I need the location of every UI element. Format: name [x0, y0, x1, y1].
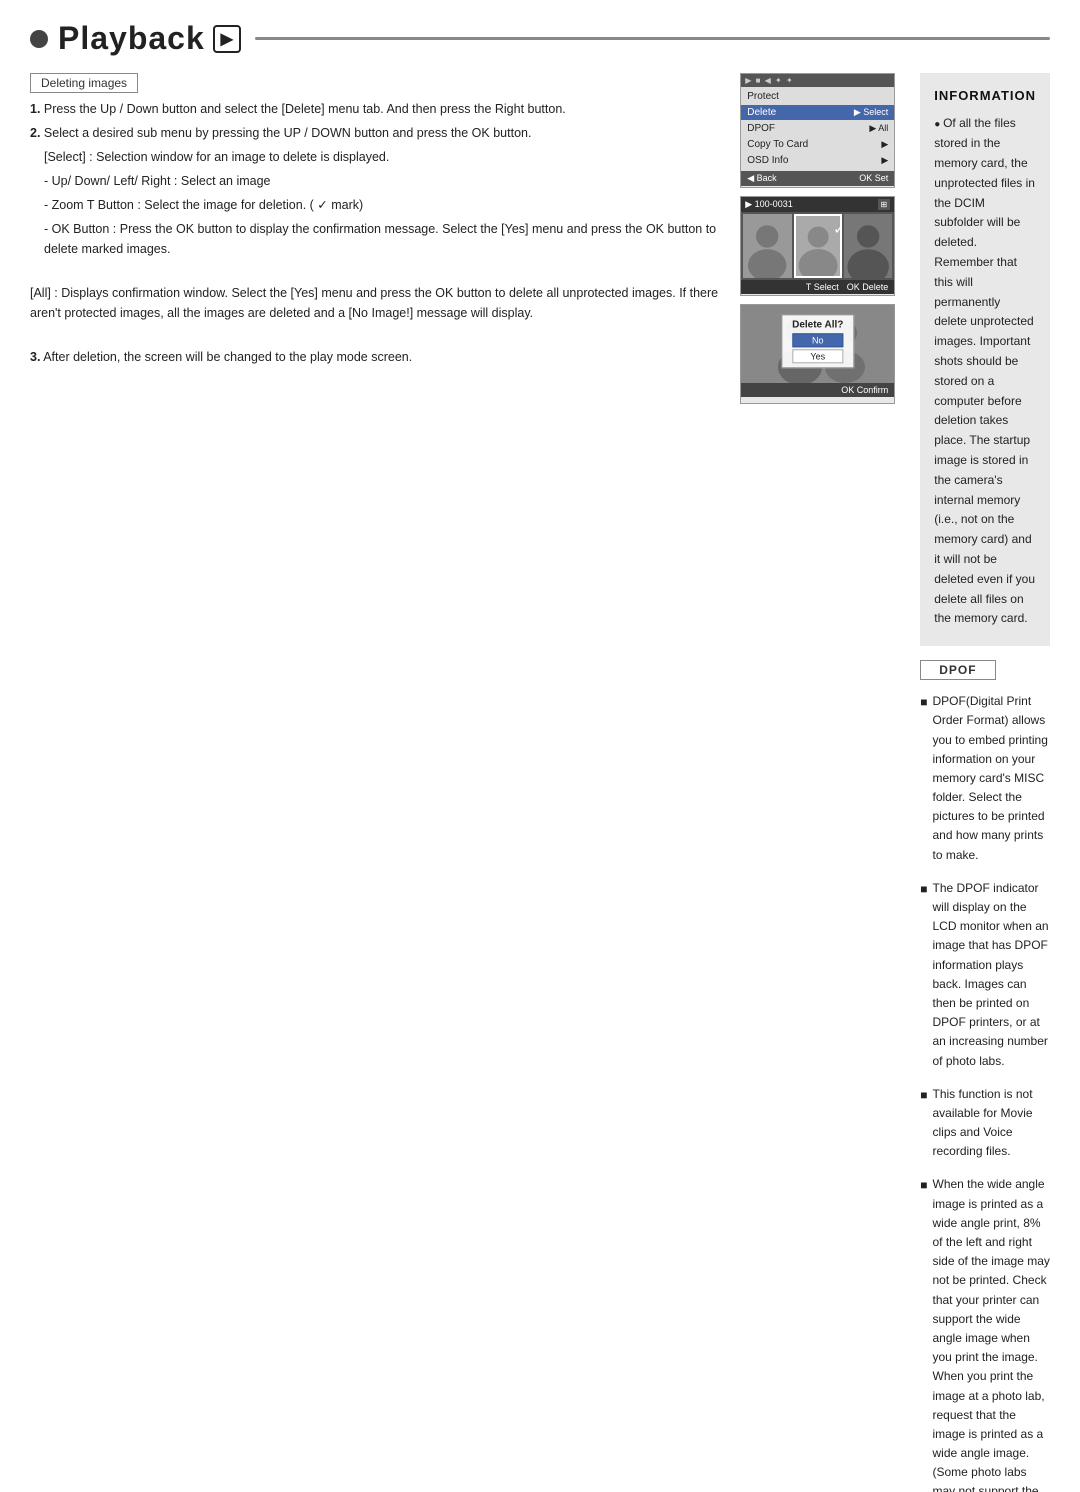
- step-1: 1. Press the Up / Down button and select…: [30, 99, 723, 119]
- main-body: Deleting images 1. Press the Up / Down b…: [30, 73, 1050, 1492]
- steps-block: Deleting images 1. Press the Up / Down b…: [30, 73, 723, 1492]
- step-2-sub3: - Zoom T Button : Select the image for d…: [30, 195, 723, 215]
- menu-row-delete: Delete▶ Select: [741, 105, 894, 121]
- svg-text:✓: ✓: [833, 221, 840, 238]
- camera-screenshots: ▶ ■ ◀ ✦ ✦ Protect Delete▶ Select DPOF▶ A…: [735, 73, 900, 1492]
- menu-row-protect: Protect: [741, 89, 894, 105]
- screen2-header: ▶ 100-0031 ⊞: [741, 197, 894, 212]
- delete-dialog-title: Delete All?: [792, 319, 843, 330]
- playback-icon: ▶: [213, 25, 241, 53]
- step-2: 2. Select a desired sub menu by pressing…: [30, 123, 723, 143]
- header-line: [255, 37, 1050, 40]
- dpof-label: DPOF: [920, 660, 995, 680]
- menu-row-osd: OSD Info▶: [741, 153, 894, 169]
- dpof-item-4: ■ When the wide angle image is printed a…: [920, 1175, 1050, 1492]
- dpof-item-3: ■ This function is not available for Mov…: [920, 1085, 1050, 1162]
- screen1-header: ▶ ■ ◀ ✦ ✦: [741, 74, 894, 87]
- screen2-footer: T Select OK Delete: [741, 280, 894, 294]
- step-3: 3. After deletion, the screen will be ch…: [30, 327, 723, 367]
- step-all: [All] : Displays confirmation window. Se…: [30, 263, 723, 323]
- right-col: INFORMATION Of all the files stored in t…: [920, 73, 1050, 1492]
- header-bullet: [30, 30, 48, 48]
- menu-row-dpof: DPOF▶ All: [741, 121, 894, 137]
- thumb-1: [743, 214, 791, 278]
- page: Playback ▶ Deleting images 1. Press the …: [0, 0, 1080, 746]
- camera-screen-2: ▶ 100-0031 ⊞: [740, 196, 895, 296]
- screen1-footer: ◀ Back OK Set: [741, 171, 894, 186]
- camera-screen-3: Delete All? No Yes OK Confirm: [740, 304, 895, 404]
- dpof-item-2: ■ The DPOF indicator will display on the…: [920, 879, 1050, 1071]
- section-label: Deleting images: [30, 73, 723, 99]
- left-section: Deleting images 1. Press the Up / Down b…: [30, 73, 900, 1492]
- camera-screen-1: ▶ ■ ◀ ✦ ✦ Protect Delete▶ Select DPOF▶ A…: [740, 73, 895, 188]
- step-2-sub1: [Select] : Selection window for an image…: [30, 147, 723, 167]
- screen3-ok: OK Confirm: [841, 385, 888, 395]
- information-item-1: Of all the files stored in the memory ca…: [934, 114, 1036, 629]
- dpof-label-container: DPOF: [920, 660, 1050, 684]
- delete-dialog: Delete All? No Yes: [781, 314, 854, 368]
- screen2-mode: ⊞: [878, 199, 891, 210]
- screen2-title: ▶ 100-0031: [745, 199, 792, 210]
- step-2-sub4: - OK Button : Press the OK button to dis…: [30, 219, 723, 259]
- screen1-icons: ▶ ■ ◀ ✦ ✦: [745, 76, 793, 85]
- information-box: INFORMATION Of all the files stored in t…: [920, 73, 1050, 646]
- step-2-sub2: - Up/ Down/ Left/ Right : Select an imag…: [30, 171, 723, 191]
- page-title: Playback: [58, 20, 205, 57]
- dpof-item-1: ■ DPOF(Digital Print Order Format) allow…: [920, 692, 1050, 865]
- information-title: INFORMATION: [934, 85, 1036, 106]
- thumb-2: ✓: [794, 214, 842, 278]
- thumb-3: [844, 214, 892, 278]
- steps-text: 1. Press the Up / Down button and select…: [30, 99, 723, 367]
- dpof-section: DPOF ■ DPOF(Digital Print Order Format) …: [920, 660, 1050, 1492]
- delete-no-btn[interactable]: No: [792, 333, 843, 347]
- screen3-footer: OK Confirm: [741, 383, 894, 397]
- delete-yes-btn[interactable]: Yes: [792, 349, 843, 363]
- menu-row-copy: Copy To Card▶: [741, 137, 894, 153]
- page-header: Playback ▶: [30, 20, 1050, 57]
